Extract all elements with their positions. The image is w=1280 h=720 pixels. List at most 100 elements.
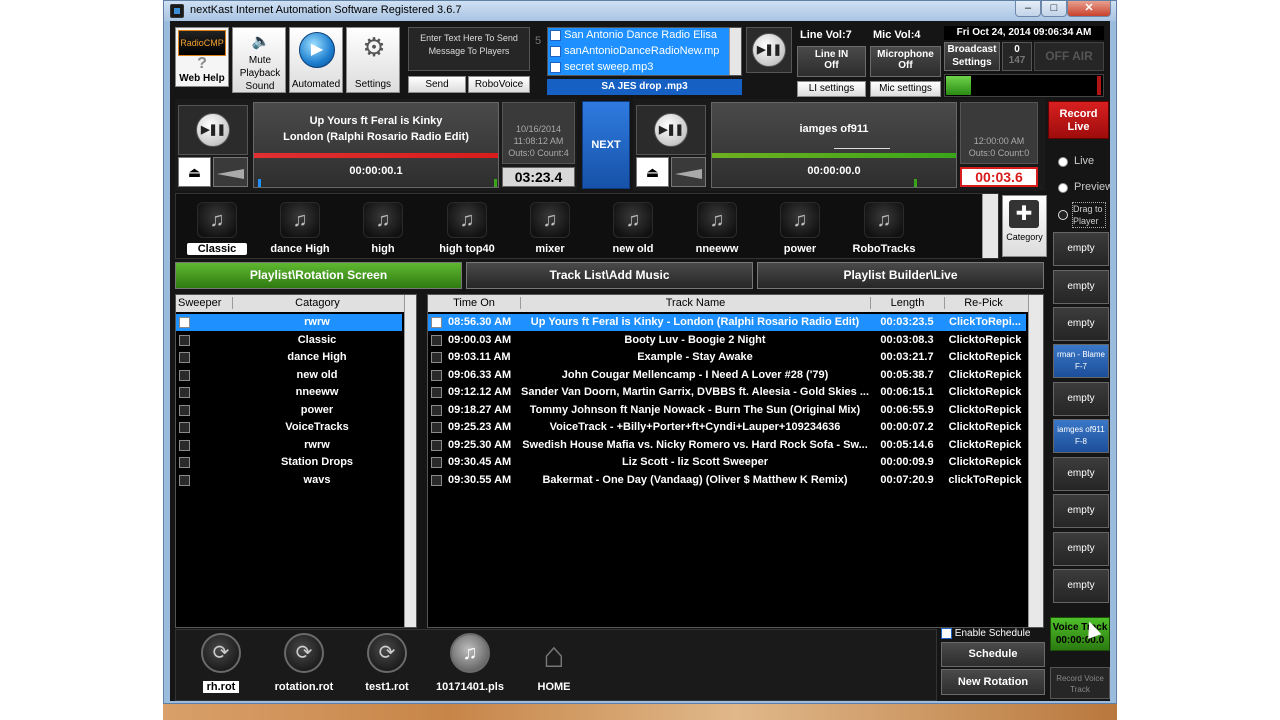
queue-item[interactable]: San Antonio Dance Radio Elisa bbox=[550, 29, 728, 45]
track-checkbox[interactable] bbox=[431, 334, 442, 346]
track-row[interactable]: 08:56.30 AM Up Yours ft Feral is Kinky - … bbox=[428, 314, 1026, 331]
close-button[interactable]: ✕ bbox=[1067, 1, 1111, 17]
category-col-header[interactable]: Catagory bbox=[232, 297, 402, 309]
track-checkbox[interactable] bbox=[431, 387, 442, 398]
track-checkbox[interactable] bbox=[431, 474, 442, 486]
cart-slot[interactable]: rman - Blame F-7 bbox=[1053, 344, 1109, 378]
sweeper-checkbox[interactable] bbox=[179, 474, 190, 486]
sweeper-checkbox[interactable] bbox=[179, 317, 190, 328]
track-checkbox[interactable] bbox=[431, 439, 442, 451]
player-b-play-button[interactable]: ▶❚❚ bbox=[636, 105, 706, 155]
sweeper-col-header[interactable]: Sweeper bbox=[178, 297, 221, 309]
message-box[interactable]: Enter Text Here To Send Message To Playe… bbox=[408, 27, 530, 71]
cart-slot[interactable]: empty bbox=[1053, 457, 1109, 491]
sweeper-row[interactable]: rwrw bbox=[176, 314, 402, 331]
sweeper-checkbox[interactable] bbox=[179, 404, 190, 416]
record-live-button[interactable]: Record Live bbox=[1048, 101, 1109, 139]
enable-schedule-checkbox[interactable] bbox=[941, 628, 952, 639]
category-label[interactable]: high top40 bbox=[427, 243, 507, 255]
robovoice-button[interactable]: RoboVoice bbox=[468, 76, 530, 93]
queue-item[interactable]: sanAntonioDanceRadioNew.mp bbox=[550, 45, 728, 61]
refresh-icon[interactable]: ⟳ bbox=[284, 633, 324, 673]
sweeper-row[interactable]: power bbox=[176, 402, 402, 419]
rotation-label[interactable]: rh.rot bbox=[203, 681, 239, 693]
repick-header[interactable]: Re-Pick bbox=[944, 297, 1022, 309]
automated-button[interactable]: ▶ Automated bbox=[289, 27, 343, 93]
track-row[interactable]: 09:30.55 AM Bakermat - One Day (Vandaag) … bbox=[428, 472, 1026, 489]
track-row[interactable]: 09:06.33 AM John Cougar Mellencamp - I Ne… bbox=[428, 367, 1026, 384]
track-checkbox[interactable] bbox=[431, 369, 442, 381]
queue-checkbox[interactable] bbox=[550, 29, 561, 41]
cart-slot[interactable]: empty bbox=[1053, 494, 1109, 528]
track-row[interactable]: 09:25.30 AM Swedish House Mafia vs. Nicky… bbox=[428, 437, 1026, 454]
cart-slot[interactable]: empty bbox=[1053, 270, 1109, 304]
track-row[interactable]: 09:18.27 AM Tommy Johnson ft Nanje Nowack… bbox=[428, 402, 1026, 419]
li-settings-button[interactable]: LI settings bbox=[797, 81, 866, 97]
track-repick[interactable]: ClicktoRepick bbox=[944, 334, 1026, 346]
player-a-cue-button[interactable] bbox=[213, 157, 248, 187]
track-repick[interactable]: ClicktoRepick bbox=[944, 456, 1026, 468]
track-row[interactable]: 09:00.03 AM Booty Luv - Boogie 2 Night 00:… bbox=[428, 332, 1026, 349]
sweeper-checkbox[interactable] bbox=[179, 387, 190, 398]
track-repick[interactable]: ClickToRepi... bbox=[944, 316, 1026, 328]
sweeper-checkbox[interactable] bbox=[179, 439, 190, 451]
category-label[interactable]: Classic bbox=[187, 243, 247, 255]
new-rotation-button[interactable]: New Rotation bbox=[941, 669, 1045, 695]
category-label[interactable]: high bbox=[343, 243, 423, 255]
sweeper-checkbox[interactable] bbox=[179, 352, 190, 363]
music-note-icon[interactable]: ♫ bbox=[780, 202, 820, 238]
track-repick[interactable]: ClicktoRepick bbox=[944, 439, 1026, 451]
track-name-header[interactable]: Track Name bbox=[520, 297, 870, 309]
category-label[interactable]: new old bbox=[593, 243, 673, 255]
category-label[interactable]: dance High bbox=[260, 243, 340, 255]
refresh-icon[interactable]: ⟳ bbox=[201, 633, 241, 673]
enable-schedule[interactable]: Enable Schedule bbox=[941, 628, 1030, 639]
queue-checkbox[interactable] bbox=[550, 45, 561, 57]
queue-item[interactable]: secret sweep.mp3 bbox=[550, 61, 728, 75]
cart-slot[interactable]: empty bbox=[1053, 569, 1109, 603]
track-row[interactable]: 09:12.12 AM Sander Van Doorn, Martin Garr… bbox=[428, 384, 1026, 401]
sweeper-row[interactable]: new old bbox=[176, 367, 402, 384]
track-row[interactable]: 09:30.45 AM Liz Scott - liz Scott Sweeper… bbox=[428, 454, 1026, 471]
refresh-icon[interactable]: ⟳ bbox=[367, 633, 407, 673]
music-note-icon[interactable]: ♫ bbox=[197, 202, 237, 238]
queue-checkbox[interactable] bbox=[550, 61, 561, 73]
settings-button[interactable]: ⚙ Settings bbox=[346, 27, 400, 93]
rotation-label[interactable]: test1.rot bbox=[347, 681, 427, 693]
home-icon[interactable]: ⌂ bbox=[534, 635, 574, 675]
player-a-eject-button[interactable]: ⏏ bbox=[178, 157, 211, 187]
maximize-button[interactable]: □ bbox=[1041, 1, 1067, 17]
track-checkbox[interactable] bbox=[431, 422, 442, 433]
broadcast-settings-button[interactable]: Broadcast Settings bbox=[944, 42, 1000, 71]
mute-playback-button[interactable]: 🔈 Mute Playback Sound bbox=[232, 27, 286, 93]
track-repick[interactable]: clickToRepick bbox=[944, 474, 1026, 486]
time-on-header[interactable]: Time On bbox=[428, 297, 520, 309]
home-label[interactable]: HOME bbox=[514, 681, 594, 693]
cart-slot[interactable]: empty bbox=[1053, 232, 1109, 266]
music-note-icon[interactable]: ♫ bbox=[697, 202, 737, 238]
rotation-label[interactable]: rotation.rot bbox=[264, 681, 344, 693]
mic-settings-button[interactable]: Mic settings bbox=[870, 81, 941, 97]
music-note-icon[interactable]: ♫ bbox=[447, 202, 487, 238]
sweeper-row[interactable]: Station Drops bbox=[176, 454, 402, 471]
tab-playlist-rotation[interactable]: Playlist\Rotation Screen bbox=[175, 262, 462, 289]
microphone-toggle[interactable]: Microphone Off bbox=[870, 46, 941, 77]
send-button[interactable]: Send bbox=[408, 76, 466, 93]
music-note-icon[interactable]: ♫ bbox=[530, 202, 570, 238]
track-repick[interactable]: ClicktoRepick bbox=[944, 386, 1026, 398]
track-checkbox[interactable] bbox=[431, 317, 442, 328]
live-radio[interactable] bbox=[1058, 157, 1068, 167]
add-category-button[interactable]: ✚ Category bbox=[1002, 195, 1047, 257]
tab-playlist-builder[interactable]: Playlist Builder\Live bbox=[757, 262, 1044, 289]
sweeper-row[interactable]: nneeww bbox=[176, 384, 402, 401]
track-row[interactable]: 09:03.11 AM Example - Stay Awake 00:03:21.… bbox=[428, 349, 1026, 366]
queue-play-button[interactable]: ▶❚❚ bbox=[746, 27, 792, 73]
music-note-icon[interactable]: ♫ bbox=[363, 202, 403, 238]
rotation-label[interactable]: 10171401.pls bbox=[430, 681, 510, 693]
track-repick[interactable]: ClicktoRepick bbox=[944, 404, 1026, 416]
length-header[interactable]: Length bbox=[870, 297, 944, 309]
radiocmp-button[interactable]: RadioCMP ? Web Help bbox=[175, 27, 229, 87]
track-checkbox[interactable] bbox=[431, 457, 442, 468]
queue-selected[interactable]: SA JES drop .mp3 bbox=[547, 79, 742, 95]
player-b-eject-button[interactable]: ⏏ bbox=[636, 157, 669, 187]
